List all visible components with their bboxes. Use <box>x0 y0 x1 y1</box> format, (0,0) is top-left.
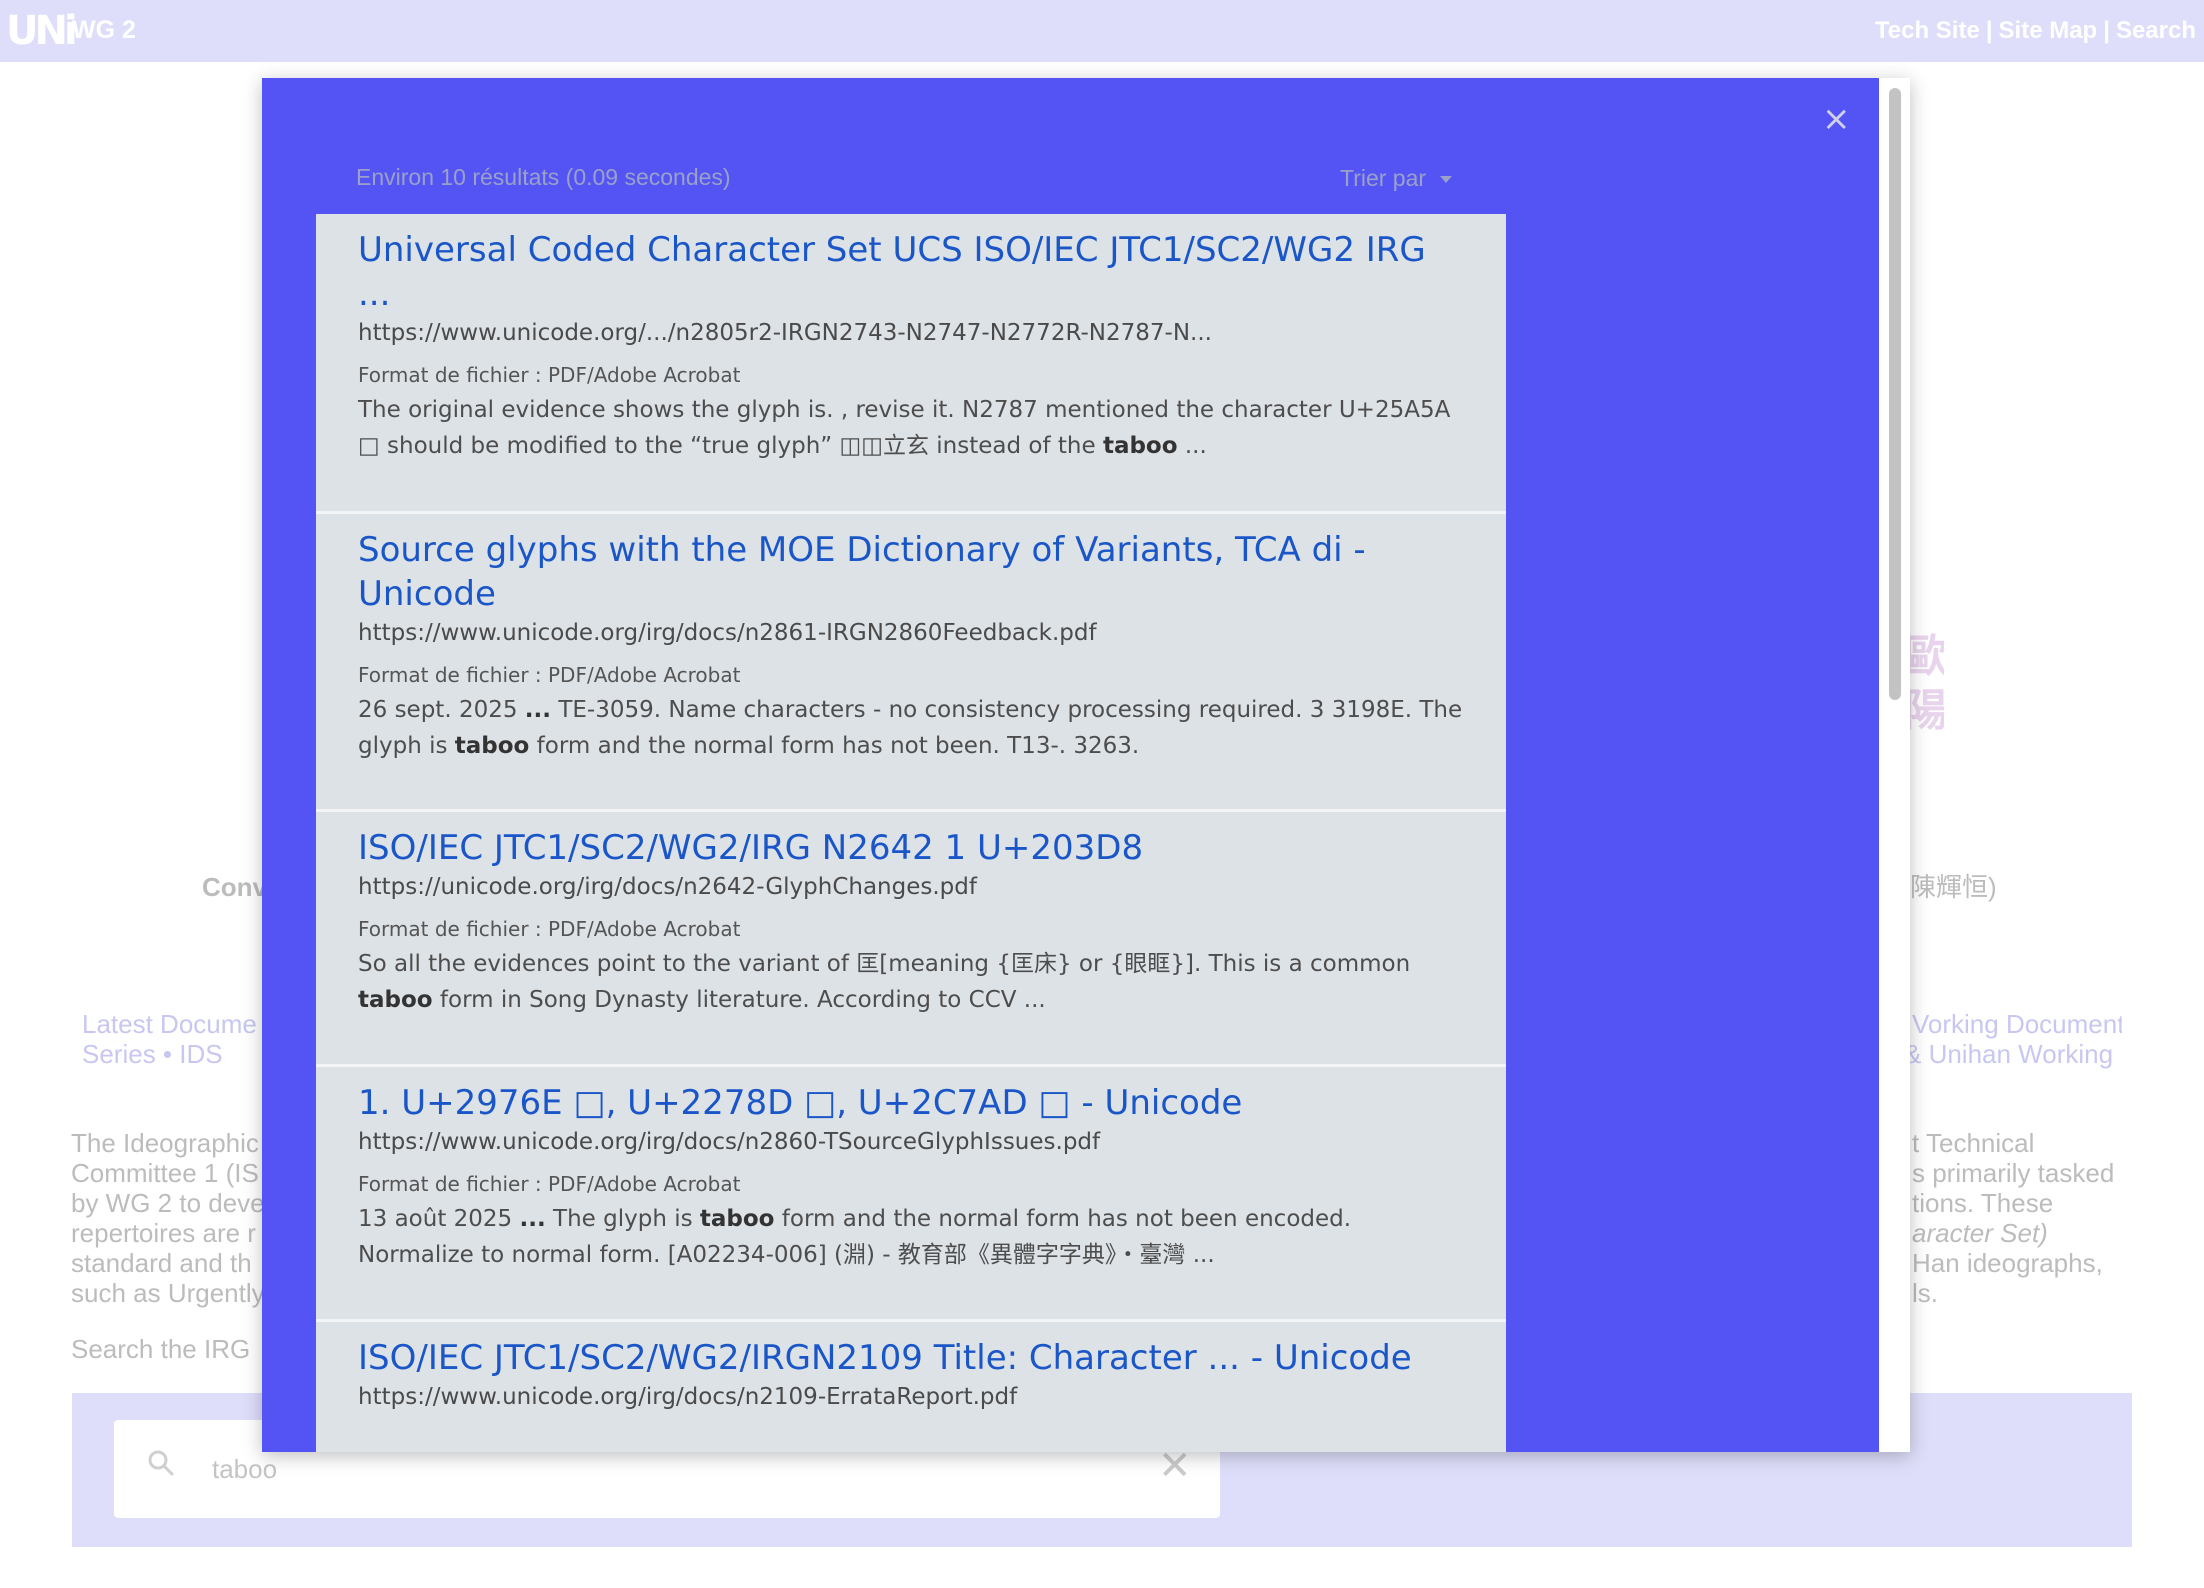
search-link[interactable]: Search <box>2116 17 2196 44</box>
bg-para-line: tions. These <box>1912 1188 2054 1218</box>
chevron-down-icon <box>1440 176 1453 184</box>
result-title-link[interactable]: ISO/IEC JTC1/SC2/WG2/IRGN2109 Title: Cha… <box>358 1336 1464 1380</box>
sort-by-dropdown[interactable]: Trier par <box>1340 165 1453 192</box>
result-url: https://www.unicode.org/.../n2805r2-IRGN… <box>358 320 1212 346</box>
result-snippet: So all the evidences point to the varian… <box>358 951 1411 1013</box>
result-item: Universal Coded Character Set UCS ISO/IE… <box>316 214 1506 514</box>
bg-para-line: Committee 1 (IS <box>71 1158 259 1188</box>
bg-search-label: Search the IRG <box>71 1334 251 1364</box>
bg-para-line: such as Urgently <box>71 1278 262 1308</box>
top-links: Tech Site | Site Map | Search <box>1874 17 2196 44</box>
bg-para-line: ls. <box>1912 1278 1938 1308</box>
site-map-link[interactable]: Site Map <box>1999 17 2098 44</box>
bg-para-line: Han ideographs, <box>1912 1248 2103 1278</box>
result-title-link[interactable]: Source glyphs with the MOE Dictionary of… <box>358 528 1464 616</box>
result-title-link[interactable]: ISO/IEC JTC1/SC2/WG2/IRG N2642 1 U+203D8 <box>358 826 1464 870</box>
bg-para-line: repertoires are r <box>71 1218 256 1248</box>
result-file-format: Format de fichier : PDF/Adobe Acrobat <box>358 663 741 687</box>
bg-unihan-working-link[interactable]: & Unihan Working <box>1904 1039 2122 1069</box>
bg-heading-fragment: Conv <box>202 872 262 902</box>
result-url: https://unicode.org/irg/docs/n2642-Glyph… <box>358 874 977 900</box>
search-icon <box>148 1450 174 1476</box>
result-url: https://www.unicode.org/irg/docs/n2861-I… <box>358 620 1097 646</box>
bg-working-document-link[interactable]: Vorking Document <box>1912 1009 2122 1039</box>
bg-para-line: aracter Set) <box>1912 1218 2048 1248</box>
clear-search-icon[interactable]: ✕ <box>1158 1446 1192 1486</box>
result-url: https://www.unicode.org/irg/docs/n2860-T… <box>358 1129 1101 1155</box>
results-list: Universal Coded Character Set UCS ISO/IE… <box>316 214 1506 1452</box>
result-item: ISO/IEC JTC1/SC2/WG2/IRG N2642 1 U+203D8… <box>316 812 1506 1067</box>
scrollbar-thumb[interactable] <box>1889 88 1901 700</box>
result-title-link[interactable]: 1. U+2976E □, U+2278D □, U+2C7AD □ - Uni… <box>358 1081 1464 1125</box>
bg-latest-documents-link[interactable]: Latest Docume <box>82 1009 262 1039</box>
bg-para-line: t Technical <box>1912 1128 2035 1158</box>
result-snippet: The original evidence shows the glyph is… <box>358 397 1451 459</box>
search-results-modal: × Environ 10 résultats (0.09 secondes) T… <box>262 78 1910 1452</box>
bg-search-value: taboo <box>212 1454 278 1484</box>
result-url: https://www.unicode.org/irg/docs/n2109-E… <box>358 1384 1018 1410</box>
modal-scrollbar[interactable] <box>1886 84 1904 1446</box>
bg-para-line: by WG 2 to deve <box>71 1188 262 1218</box>
result-snippet: 26 sept. 2025 ... TE-3059. Name characte… <box>358 697 1463 759</box>
tech-site-link[interactable]: Tech Site <box>1875 17 1980 44</box>
result-file-format: Format de fichier : PDF/Adobe Acrobat <box>358 1172 741 1196</box>
result-snippet: 13 août 2025 ... The glyph is taboo form… <box>358 1206 1352 1268</box>
modal-content: × Environ 10 résultats (0.09 secondes) T… <box>262 78 1879 1452</box>
bg-para-line: s primarily tasked <box>1912 1158 2115 1188</box>
bg-name-fragment: 陳輝恒) <box>1910 872 1997 902</box>
bg-series-link[interactable]: Series • IDS <box>82 1039 262 1069</box>
unicode-logo[interactable]: UNi <box>6 10 78 52</box>
bg-para-line: standard and th <box>71 1248 252 1278</box>
result-item: Source glyphs with the MOE Dictionary of… <box>316 514 1506 812</box>
top-bar: UNi WG 2 Tech Site | Site Map | Search <box>0 0 2204 62</box>
result-item: ISO/IEC JTC1/SC2/WG2/IRGN2109 Title: Cha… <box>316 1322 1506 1452</box>
result-file-format: Format de fichier : PDF/Adobe Acrobat <box>358 363 741 387</box>
result-file-format: Format de fichier : PDF/Adobe Acrobat <box>358 917 741 941</box>
result-title-link[interactable]: Universal Coded Character Set UCS ISO/IE… <box>358 228 1464 316</box>
site-title[interactable]: WG 2 <box>72 16 136 45</box>
bg-para-line: The Ideographic <box>71 1128 259 1158</box>
sort-by-label: Trier par <box>1340 165 1427 191</box>
close-icon[interactable]: × <box>1822 102 1851 136</box>
bg-cjk-glyph-image: 歐陽 <box>1904 631 1944 736</box>
result-stats: Environ 10 résultats (0.09 secondes) <box>356 164 731 190</box>
result-item: 1. U+2976E □, U+2278D □, U+2C7AD □ - Uni… <box>316 1067 1506 1322</box>
